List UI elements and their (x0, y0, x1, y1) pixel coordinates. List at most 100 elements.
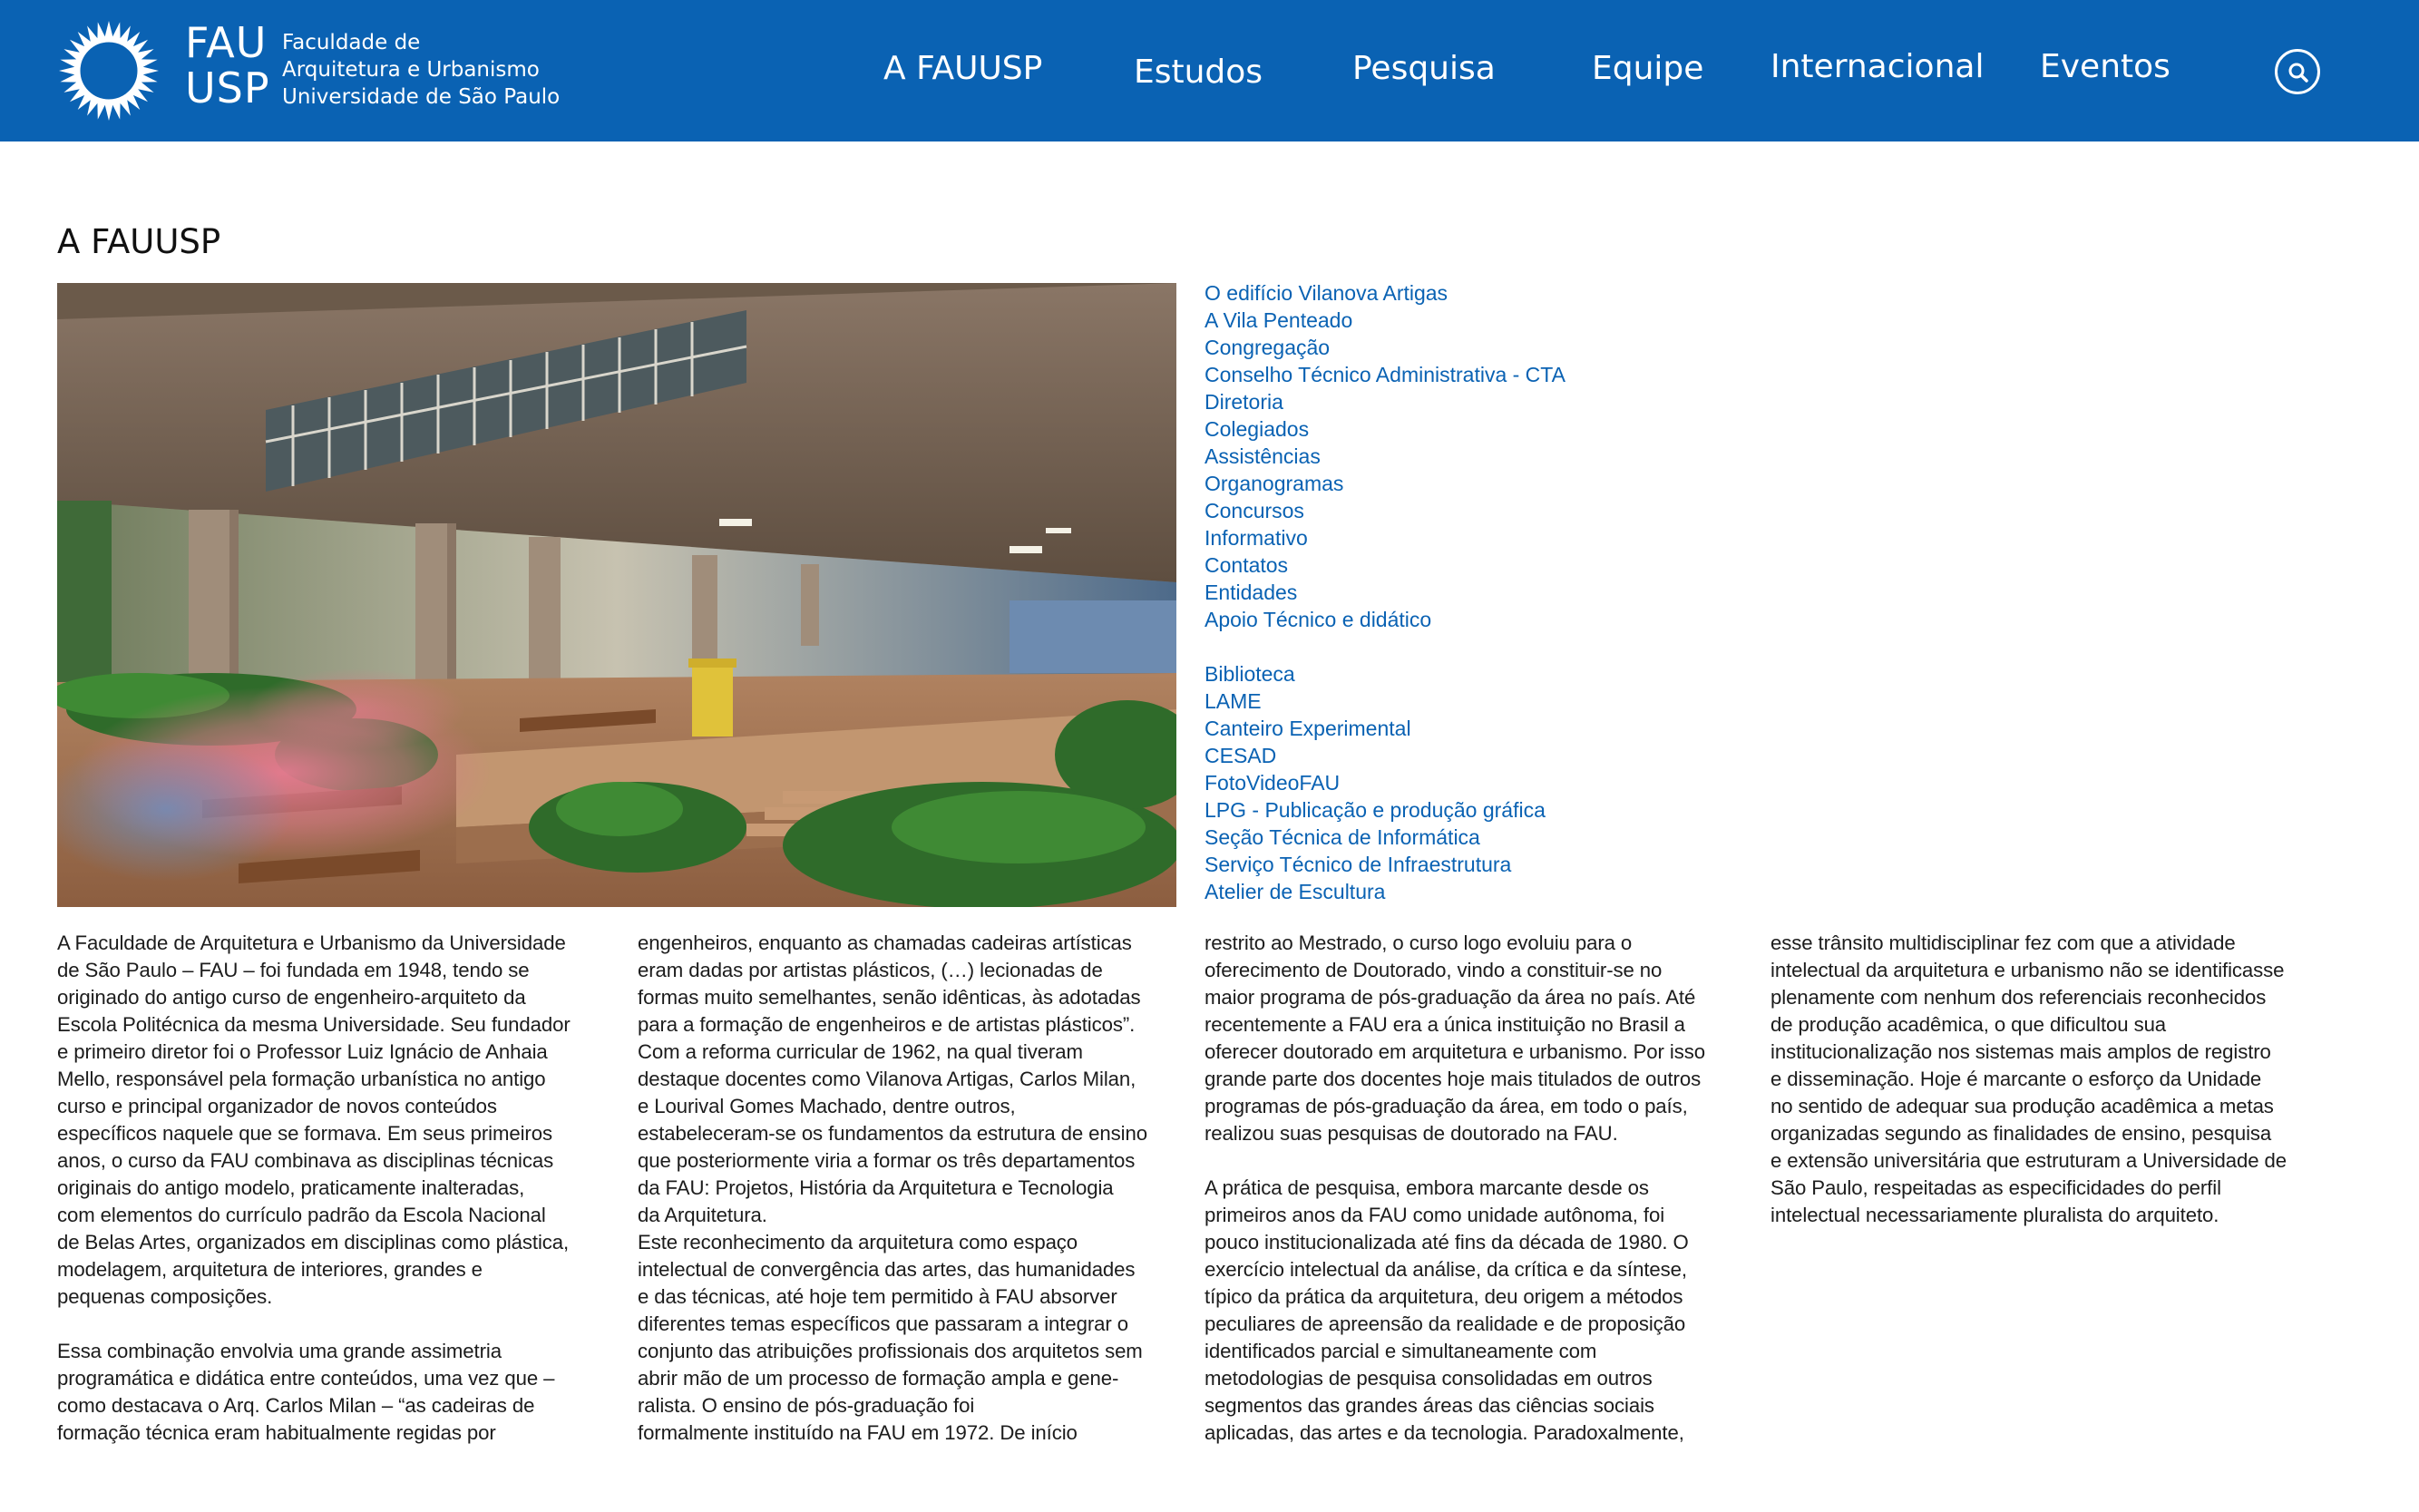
body-text-line: pequenas composições. (57, 1285, 273, 1308)
body-text-line: no sentido de adequar sua produção acadê… (1770, 1095, 2274, 1117)
link-organogramas[interactable]: Organogramas (1205, 470, 1712, 497)
body-text-line: A prática de pesquisa, embora marcante d… (1205, 1176, 1649, 1199)
link-informativo[interactable]: Informativo (1205, 524, 1712, 551)
search-button[interactable] (2275, 49, 2320, 94)
body-text-line: de São Paulo – FAU – foi fundada em 1948… (57, 959, 530, 981)
body-text-line: e disseminação. Hoje é marcante o esforç… (1770, 1068, 2262, 1090)
body-text-line: identificados parcial e simultaneamente … (1205, 1340, 1597, 1362)
link-vila-penteado[interactable]: A Vila Penteado (1205, 307, 1712, 334)
body-text-line: ralista. O ensino de pós-graduação foi (638, 1394, 975, 1417)
body-text-line: restrito ao Mestrado, o curso logo evolu… (1205, 932, 1633, 954)
body-text-line: e Lourival Gomes Machado, dentre outros, (638, 1095, 1016, 1117)
nav-pesquisa[interactable]: Pesquisa (1352, 49, 1496, 89)
fau-sun-logo-icon[interactable] (58, 20, 160, 122)
institution-name: Faculdade de Arquitetura e Urbanismo Uni… (282, 29, 560, 111)
link-group-spacer (1205, 633, 1712, 660)
body-text-line: e das técnicas, até hoje tem permitido à… (638, 1285, 1117, 1308)
body-text-line: oferecer doutorado em arquitetura e urba… (1205, 1040, 1705, 1063)
link-colegiados[interactable]: Colegiados (1205, 415, 1712, 443)
body-text-line: curso e principal organizador de novos c… (57, 1095, 497, 1117)
paragraph-break (57, 1311, 601, 1338)
nav-estudos[interactable]: Estudos (1134, 53, 1263, 93)
body-text-line: típico da prática da arquitetura, deu or… (1205, 1285, 1683, 1308)
body-text-line: plenamente com nenhum dos referenciais r… (1770, 986, 2267, 1009)
body-text-line: engenheiros, enquanto as chamadas cadeir… (638, 932, 1132, 954)
page-title: A FAUUSP (57, 222, 221, 261)
logo-usp-line: USP (185, 63, 270, 112)
body-text-line: intelectual da arquitetura e urbanismo n… (1770, 959, 2285, 981)
nav-internacional[interactable]: Internacional (1770, 47, 1984, 87)
body-text-line: Este reconhecimento da arquitetura como … (638, 1231, 1078, 1253)
body-text-line: organizadas segundo as finalidades de en… (1770, 1122, 2272, 1145)
fau-usp-logotype[interactable]: FAU USP (185, 20, 270, 111)
body-text-line: Essa combinação envolvia uma grande assi… (57, 1340, 502, 1362)
body-text-line: originais do antigo modelo, praticamente… (57, 1176, 525, 1199)
paragraph-break (1205, 1147, 1749, 1175)
body-text-line: Com a reforma curricular de 1962, na qua… (638, 1040, 1083, 1063)
link-servico-infraestrutura[interactable]: Serviço Técnico de Infraestrutura (1205, 851, 1712, 878)
body-text-line: de produção acadêmica, o que dificultou … (1770, 1013, 2167, 1036)
link-edificio-vilanova-artigas[interactable]: O edifício Vilanova Artigas (1205, 279, 1712, 307)
link-canteiro-experimental[interactable]: Canteiro Experimental (1205, 715, 1712, 742)
body-text-column-1: A Faculdade de Arquitetura e Urbanismo d… (57, 930, 601, 1447)
body-text-column-4: esse trânsito multidisciplinar fez com q… (1770, 930, 2315, 1229)
body-text-line: diferentes temas específicos que passara… (638, 1312, 1128, 1335)
body-text-line: da FAU: Projetos, História da Arquitetur… (638, 1176, 1114, 1199)
body-text-line: recentemente a FAU era a única instituiç… (1205, 1013, 1685, 1036)
link-congregacao[interactable]: Congregação (1205, 334, 1712, 361)
link-lpg[interactable]: LPG - Publicação e produção gráfica (1205, 796, 1712, 824)
body-text-line: abrir mão de um processo de formação amp… (638, 1367, 1119, 1390)
link-lame[interactable]: LAME (1205, 688, 1712, 715)
body-text-line: A Faculdade de Arquitetura e Urbanismo d… (57, 932, 566, 954)
link-apoio-tecnico[interactable]: Apoio Técnico e didático (1205, 606, 1712, 633)
body-text-line: de Belas Artes, organizados em disciplin… (57, 1231, 570, 1253)
body-text-line: para a formação de engenheiros e de arti… (638, 1013, 1136, 1036)
body-text-line: oferecimento de Doutorado, vindo a const… (1205, 959, 1663, 981)
body-text-line: e primeiro diretor foi o Professor Luiz … (57, 1040, 548, 1063)
body-text-line: esse trânsito multidisciplinar fez com q… (1770, 932, 2236, 954)
body-text-line: realizou suas pesquisas de doutorado na … (1205, 1122, 1618, 1145)
section-links: O edifício Vilanova Artigas A Vila Pente… (1205, 279, 1712, 905)
body-text-line: conjunto das atribuições profissionais d… (638, 1340, 1143, 1362)
body-text-line: primeiros anos da FAU como unidade autôn… (1205, 1204, 1665, 1226)
body-text-line: estabeleceram-se os fundamentos da estru… (638, 1122, 1147, 1145)
body-text-line: Escola Politécnica da mesma Universidade… (57, 1013, 571, 1036)
body-text-line: com elementos do currículo padrão da Esc… (57, 1204, 546, 1226)
body-text-line: e extensão universitária que estruturam … (1770, 1149, 2287, 1172)
link-contatos[interactable]: Contatos (1205, 551, 1712, 579)
nav-a-fauusp[interactable]: A FAUUSP (883, 49, 1042, 89)
institution-line-1: Faculdade de (282, 31, 421, 54)
logo-fau-line: FAU (185, 18, 268, 67)
body-text-line: exercício intelectual da análise, da crí… (1205, 1258, 1687, 1281)
link-concursos[interactable]: Concursos (1205, 497, 1712, 524)
link-cta[interactable]: Conselho Técnico Administrativa - CTA (1205, 361, 1712, 388)
body-text-line: Mello, responsável pela formação urbanís… (57, 1068, 546, 1090)
body-text-line: formação técnica eram habitualmente regi… (57, 1421, 496, 1444)
link-secao-informatica[interactable]: Seção Técnica de Informática (1205, 824, 1712, 851)
link-atelier-escultura[interactable]: Atelier de Escultura (1205, 878, 1712, 905)
nav-equipe[interactable]: Equipe (1592, 49, 1703, 89)
body-text-line: eram dadas por artistas plásticos, (…) l… (638, 959, 1103, 981)
body-text-line: programas de pós-graduação da área, em t… (1205, 1095, 1688, 1117)
body-text-line: metodologias de pesquisa consolidadas em… (1205, 1367, 1653, 1390)
body-text-column-2: engenheiros, enquanto as chamadas cadeir… (638, 930, 1182, 1447)
search-icon (2288, 63, 2308, 83)
body-text-line: peculiares de apreensão da realidade e d… (1205, 1312, 1686, 1335)
link-diretoria[interactable]: Diretoria (1205, 388, 1712, 415)
link-fotovideofau[interactable]: FotoVideoFAU (1205, 769, 1712, 796)
body-text-line: São Paulo, respeitadas as especificidade… (1770, 1176, 2221, 1199)
body-text-line: específicos naquele que se formava. Em s… (57, 1122, 552, 1145)
hero-photo (57, 283, 1176, 907)
body-text-line: anos, o curso da FAU combinava as discip… (57, 1149, 554, 1172)
nav-eventos[interactable]: Eventos (2040, 47, 2170, 87)
body-text-line: originado do antigo curso de engenheiro-… (57, 986, 526, 1009)
body-text-line: destaque docentes como Vilanova Artigas,… (638, 1068, 1136, 1090)
body-text-line: intelectual necessariamente pluralista d… (1770, 1204, 2219, 1226)
body-text-line: pouco institucionalizada até fins da déc… (1205, 1231, 1689, 1253)
body-text-line: institucionalização nos sistemas mais am… (1770, 1040, 2271, 1063)
link-assistencias[interactable]: Assistências (1205, 443, 1712, 470)
body-text-line: intelectual de convergência das artes, d… (638, 1258, 1136, 1281)
link-entidades[interactable]: Entidades (1205, 579, 1712, 606)
link-biblioteca[interactable]: Biblioteca (1205, 660, 1712, 688)
link-cesad[interactable]: CESAD (1205, 742, 1712, 769)
